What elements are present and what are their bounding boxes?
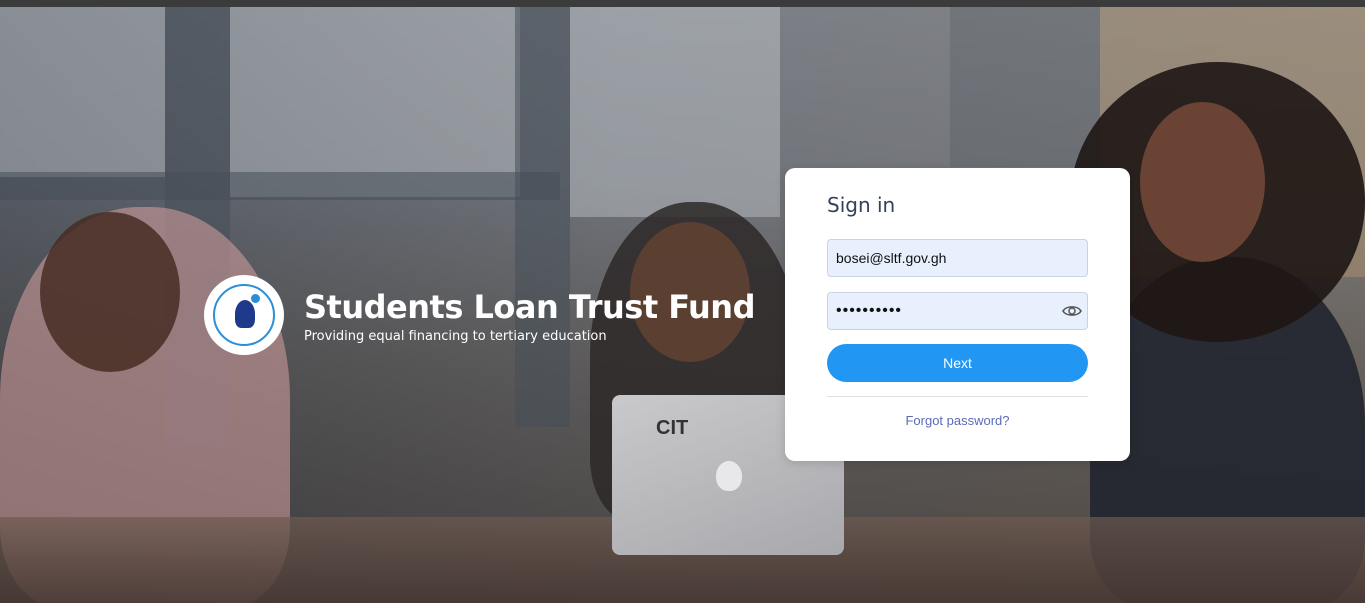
next-button[interactable]: Next (827, 344, 1088, 382)
laptop-label: CIT (656, 417, 689, 439)
signin-title: Sign in (827, 193, 896, 217)
window-frame (0, 172, 560, 200)
person-right-face (1140, 102, 1265, 262)
logo-ring (213, 284, 275, 346)
top-strip (0, 0, 1365, 7)
email-field[interactable] (827, 239, 1088, 277)
forgot-password-link[interactable]: Forgot password? (827, 413, 1088, 428)
window-frame (950, 7, 1100, 167)
password-field[interactable] (827, 292, 1088, 330)
apple-logo-icon (716, 461, 742, 491)
window-frame (515, 7, 570, 427)
eye-icon[interactable] (1062, 303, 1082, 319)
window-pane (0, 7, 165, 177)
logo-cap (251, 294, 260, 303)
window-pane (570, 7, 780, 217)
sltf-logo-icon (204, 275, 284, 355)
brand-tagline: Providing equal financing to tertiary ed… (304, 329, 607, 344)
brand-title: Students Loan Trust Fund (304, 288, 755, 326)
logo-figure (235, 300, 255, 328)
divider (827, 396, 1088, 397)
window-pane (230, 7, 520, 197)
person-left-head (40, 212, 180, 372)
signin-card: Sign in Next Forgot password? (785, 168, 1130, 461)
